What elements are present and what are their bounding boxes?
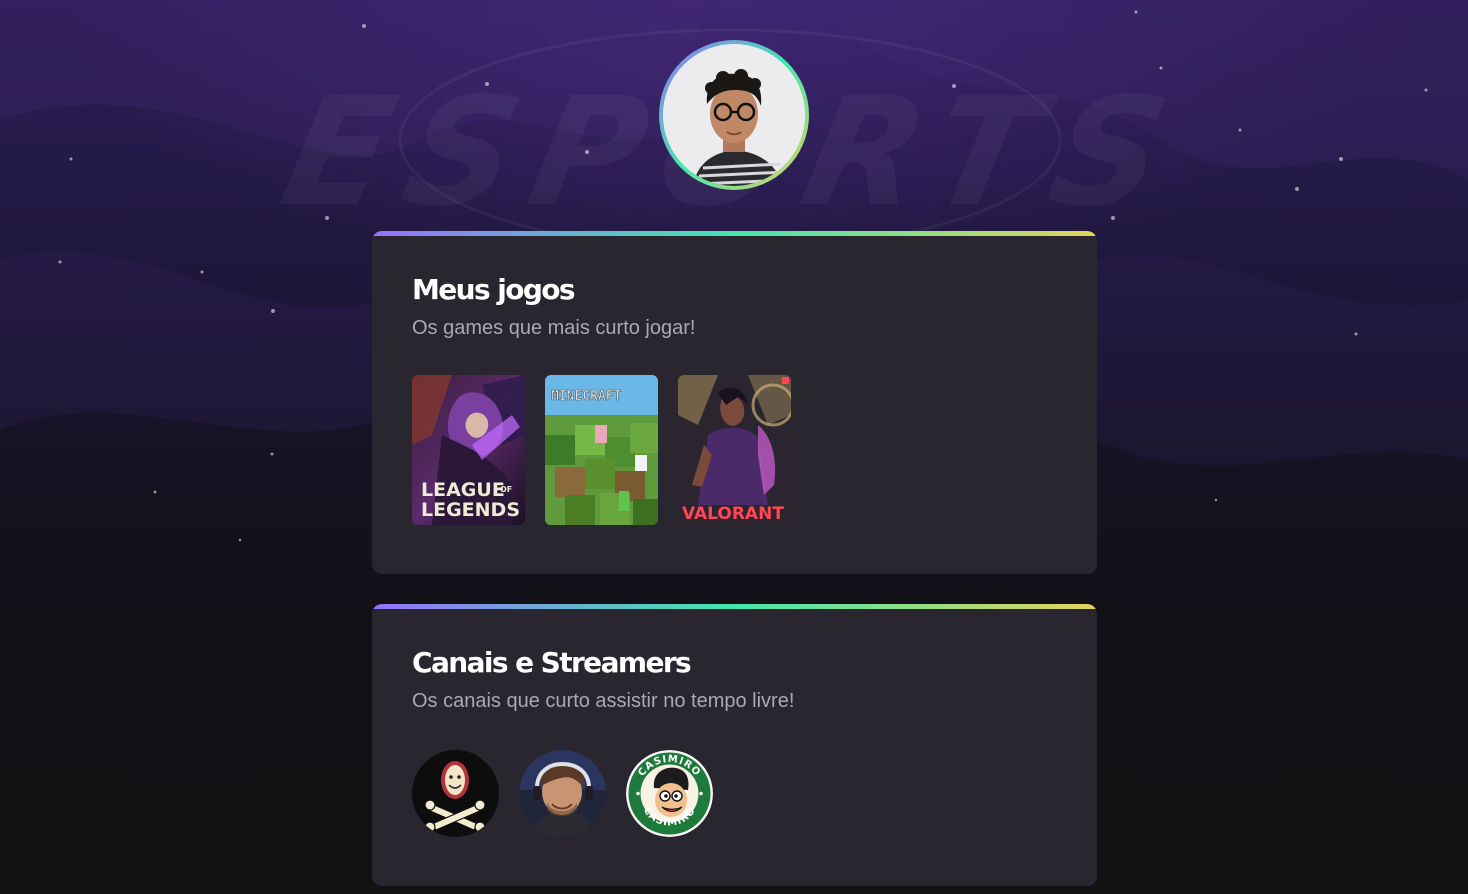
profile-avatar-ring (659, 40, 809, 190)
league-logo-of: OF (500, 485, 512, 494)
streams-title: Canais e Streamers (412, 646, 692, 679)
minecraft-cover-art: MINECRAFT (545, 375, 658, 525)
games-card: Meus jogos Os games que mais curto jogar… (372, 231, 1097, 574)
games-title: Meus jogos (412, 273, 576, 306)
avatar-image (663, 44, 805, 186)
games-subtitle: Os games que mais curto jogar! (412, 317, 696, 339)
channel-avatar-casimiro[interactable]: CASIMIRO CASIMIRO (626, 750, 713, 837)
game-cover-minecraft[interactable]: MINECRAFT (545, 375, 658, 525)
gamer-channel-art (519, 750, 606, 837)
streams-subtitle: Os canais que curto assistir no tempo li… (412, 690, 795, 712)
league-logo-line1: LEAGUE (421, 479, 505, 501)
streams-card: Canais e Streamers Os canais que curto a… (372, 604, 1097, 886)
channel-avatar-skull[interactable] (412, 750, 499, 837)
profile-avatar (663, 44, 805, 186)
channel-avatar-gamer[interactable] (519, 750, 606, 837)
channels-list: CASIMIRO CASIMIRO (412, 750, 713, 837)
league-cover-art: LEAGUE OF LEGENDS (412, 375, 525, 525)
valorant-cover-art: VALORANT (678, 375, 791, 525)
game-cover-valorant[interactable]: VALORANT (678, 375, 791, 525)
skull-channel-art (412, 750, 499, 837)
games-list: LEAGUE OF LEGENDS MINECRAFT VALORANT (412, 375, 791, 525)
valorant-logo: VALORANT (682, 504, 784, 524)
casimiro-channel-art: CASIMIRO CASIMIRO (626, 750, 713, 837)
minecraft-logo: MINECRAFT (551, 389, 622, 404)
league-logo-line2: LEGENDS (421, 499, 520, 521)
game-cover-league-of-legends[interactable]: LEAGUE OF LEGENDS (412, 375, 525, 525)
